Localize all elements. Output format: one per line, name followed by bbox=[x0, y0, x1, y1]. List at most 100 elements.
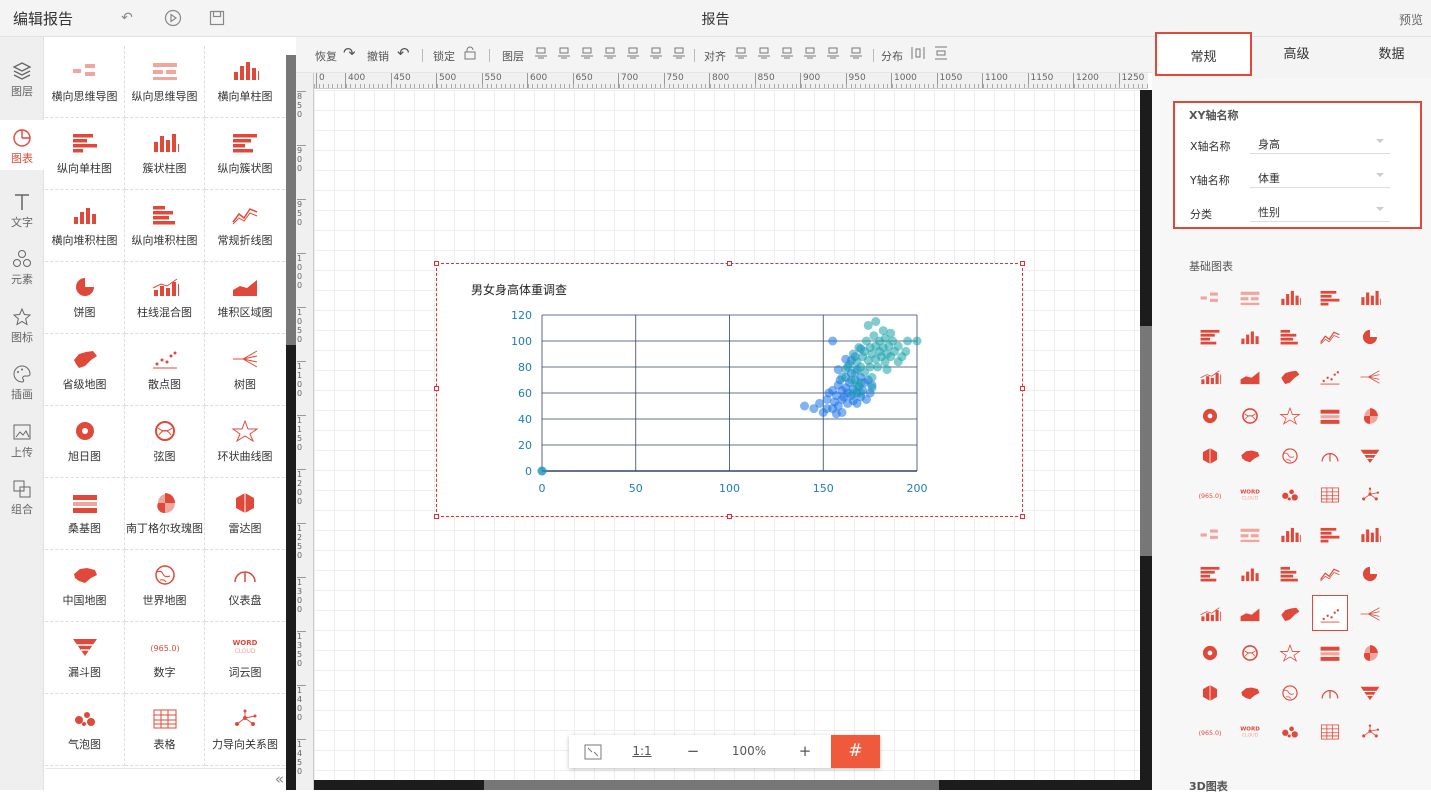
chart-type-option[interactable] bbox=[1272, 477, 1308, 513]
palette-item[interactable]: 南丁格尔玫瑰图 bbox=[125, 478, 205, 550]
chart-type-option[interactable] bbox=[1232, 516, 1268, 552]
chart-type-option[interactable]: (965.0) bbox=[1192, 714, 1228, 750]
chart-type-option[interactable] bbox=[1352, 595, 1388, 631]
chart-type-option[interactable] bbox=[1232, 595, 1268, 631]
resize-handle[interactable] bbox=[434, 261, 439, 266]
nav-item-upload-image[interactable]: 上传 bbox=[0, 414, 44, 468]
chart-type-option[interactable] bbox=[1312, 358, 1348, 394]
chart-type-option[interactable] bbox=[1312, 398, 1348, 434]
chart-type-option[interactable]: WORD CLOUD bbox=[1232, 714, 1268, 750]
palette-item[interactable]: 饼图 bbox=[45, 262, 125, 334]
chart-type-option[interactable] bbox=[1272, 516, 1308, 552]
collapse-panel-button[interactable]: « bbox=[45, 768, 286, 790]
distribute-vertical-icon[interactable] bbox=[934, 46, 948, 63]
canvas-hscroll-thumb[interactable] bbox=[484, 780, 939, 790]
layer-up-icon[interactable] bbox=[557, 46, 571, 63]
palette-item[interactable]: 仪表盘 bbox=[205, 550, 285, 622]
chart-type-option[interactable] bbox=[1192, 398, 1228, 434]
palette-item[interactable]: WORD CLOUD 词云图 bbox=[205, 622, 285, 694]
undo-arrow-icon[interactable]: ↶ bbox=[397, 44, 410, 62]
save-icon[interactable] bbox=[208, 9, 226, 27]
resize-handle[interactable] bbox=[727, 514, 732, 519]
palette-item[interactable]: 旭日图 bbox=[45, 406, 125, 478]
palette-item[interactable]: 纵向堆积柱图 bbox=[125, 190, 205, 262]
chart-type-option[interactable] bbox=[1352, 714, 1388, 750]
chart-type-option[interactable] bbox=[1192, 556, 1228, 592]
chart-type-option[interactable]: (965.0) bbox=[1192, 477, 1228, 513]
chart-type-option[interactable] bbox=[1312, 635, 1348, 671]
chart-type-option[interactable]: WORD CLOUD bbox=[1232, 477, 1268, 513]
palette-item[interactable]: 横向单柱图 bbox=[205, 46, 285, 118]
tab-data[interactable]: 数据 bbox=[1345, 37, 1431, 79]
chart-type-option[interactable] bbox=[1312, 437, 1348, 473]
chart-type-option[interactable] bbox=[1192, 319, 1228, 355]
chart-type-option[interactable] bbox=[1272, 437, 1308, 473]
copy-icon[interactable] bbox=[672, 46, 686, 63]
align-right-icon[interactable] bbox=[780, 46, 794, 63]
layer-button[interactable]: 图层 bbox=[502, 48, 524, 64]
align-button[interactable]: 对齐 bbox=[704, 48, 726, 64]
palette-scrollbar[interactable] bbox=[286, 55, 296, 790]
chart-type-option[interactable] bbox=[1272, 595, 1308, 631]
resize-handle[interactable] bbox=[434, 386, 439, 391]
palette-item[interactable]: 省级地图 bbox=[45, 334, 125, 406]
layer-group-icon[interactable] bbox=[534, 46, 548, 63]
chart-type-option[interactable] bbox=[1272, 635, 1308, 671]
canvas-horizontal-scrollbar[interactable] bbox=[314, 780, 1140, 790]
align-top-icon[interactable] bbox=[803, 46, 817, 63]
chart-type-option[interactable] bbox=[1312, 279, 1348, 315]
palette-item[interactable]: 气泡图 bbox=[45, 694, 125, 766]
chart-type-option[interactable] bbox=[1192, 516, 1228, 552]
resize-handle[interactable] bbox=[434, 514, 439, 519]
play-icon[interactable] bbox=[164, 9, 182, 27]
tab-general[interactable]: 常规 bbox=[1155, 32, 1252, 76]
palette-item[interactable]: 柱线混合图 bbox=[125, 262, 205, 334]
nav-item-star[interactable]: 图标 bbox=[0, 299, 44, 353]
chart-type-option[interactable] bbox=[1232, 556, 1268, 592]
layer-down-icon[interactable] bbox=[580, 46, 594, 63]
nav-item-palette[interactable]: 插画 bbox=[0, 356, 44, 410]
category-select[interactable]: 性别 bbox=[1250, 202, 1390, 222]
chart-type-option[interactable] bbox=[1192, 437, 1228, 473]
chart-type-option[interactable] bbox=[1272, 358, 1308, 394]
palette-item[interactable]: 力导向关系图 bbox=[205, 694, 285, 766]
chart-type-option[interactable] bbox=[1192, 674, 1228, 710]
chart-type-option[interactable] bbox=[1352, 279, 1388, 315]
nav-item-chart[interactable]: 图表 bbox=[0, 120, 44, 170]
palette-item[interactable]: 横向思维导图 bbox=[45, 46, 125, 118]
nav-item-layers[interactable]: 图层 bbox=[0, 53, 44, 107]
palette-item[interactable]: 环状曲线图 bbox=[205, 406, 285, 478]
palette-item[interactable]: 弦图 bbox=[125, 406, 205, 478]
lock-icon[interactable] bbox=[463, 46, 477, 63]
palette-item[interactable]: 树图 bbox=[205, 334, 285, 406]
undo-button[interactable]: 撤销 bbox=[367, 48, 389, 64]
palette-item[interactable]: 横向堆积柱图 bbox=[45, 190, 125, 262]
chart-type-option[interactable] bbox=[1352, 477, 1388, 513]
palette-item[interactable]: 簇状柱图 bbox=[125, 118, 205, 190]
chart-type-option[interactable] bbox=[1312, 477, 1348, 513]
nav-item-elements[interactable]: 元素 bbox=[0, 241, 44, 295]
chart-type-option[interactable] bbox=[1272, 556, 1308, 592]
chart-type-option[interactable] bbox=[1312, 595, 1348, 631]
chart-type-option[interactable] bbox=[1272, 674, 1308, 710]
resize-handle[interactable] bbox=[727, 261, 732, 266]
zoom-out-button[interactable]: − bbox=[669, 735, 717, 768]
palette-item[interactable]: 纵向簇状图 bbox=[205, 118, 285, 190]
chart-type-option[interactable] bbox=[1192, 595, 1228, 631]
delete-icon[interactable] bbox=[649, 46, 663, 63]
palette-item[interactable]: (965.0) 数字 bbox=[125, 622, 205, 694]
align-left-icon[interactable] bbox=[734, 46, 748, 63]
palette-item[interactable]: 散点图 bbox=[125, 334, 205, 406]
chart-type-option[interactable] bbox=[1352, 674, 1388, 710]
preview-button[interactable]: 预览 bbox=[1399, 11, 1423, 28]
chart-type-option[interactable] bbox=[1312, 319, 1348, 355]
chart-type-option[interactable] bbox=[1352, 635, 1388, 671]
palette-item[interactable]: 桑基图 bbox=[45, 478, 125, 550]
canvas-vscroll-thumb[interactable] bbox=[1140, 326, 1152, 556]
palette-item[interactable]: 常规折线图 bbox=[205, 190, 285, 262]
chart-type-option[interactable] bbox=[1312, 556, 1348, 592]
chart-type-option[interactable] bbox=[1232, 358, 1268, 394]
chart-type-option[interactable] bbox=[1272, 398, 1308, 434]
x-axis-select[interactable]: 身高 bbox=[1250, 134, 1390, 154]
chart-type-option[interactable] bbox=[1232, 319, 1268, 355]
